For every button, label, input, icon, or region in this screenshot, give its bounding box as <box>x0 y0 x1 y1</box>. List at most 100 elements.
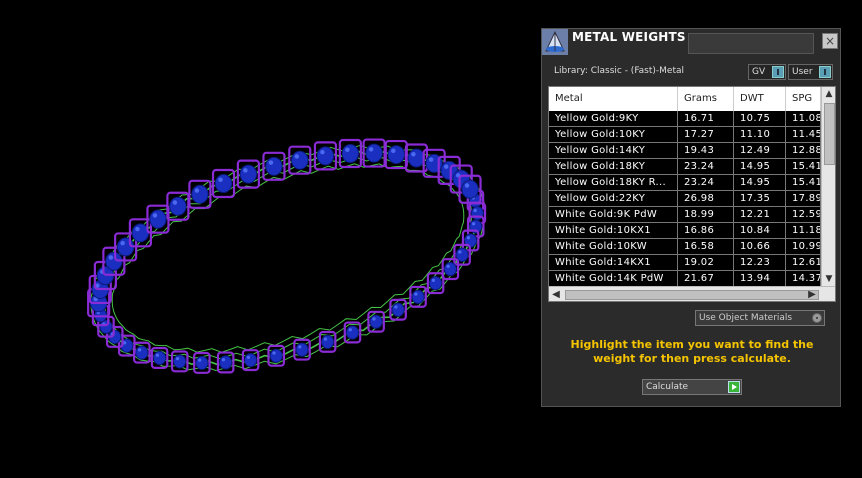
stone-highlight <box>175 357 180 361</box>
library-label: Library: Classic - (Fast)-Metal <box>554 66 685 76</box>
stone-highlight <box>391 148 396 154</box>
cell-grams: 26.98 <box>678 191 734 207</box>
metal-weights-panel: METAL WEIGHTS × Library: Classic - (Fast… <box>541 28 841 407</box>
cell-metal: Yellow Gold:10KY <box>549 127 678 143</box>
stone <box>341 144 360 164</box>
vertical-scroll-thumb[interactable] <box>824 103 835 165</box>
title-strip <box>688 33 814 54</box>
cell-grams: 16.71 <box>678 111 734 127</box>
scroll-right-icon[interactable]: ▶ <box>805 287 819 301</box>
header-dwt[interactable]: DWT <box>734 87 786 111</box>
stone <box>407 148 426 168</box>
cell-dwt: 10.66 <box>734 239 786 255</box>
stone-highlight <box>294 154 300 159</box>
cell-spg: 15.41 <box>786 159 821 175</box>
stone <box>411 289 425 304</box>
stone <box>149 209 167 229</box>
stone-highlight <box>394 305 398 309</box>
table-row[interactable]: White Gold:10KX1 16.86 10.84 11.18 <box>549 223 821 239</box>
gv-toggle-icon <box>772 66 784 78</box>
stone-highlight <box>372 317 376 321</box>
title-bar[interactable]: METAL WEIGHTS × <box>542 29 842 55</box>
user-toggle-icon <box>819 66 831 78</box>
cell-grams: 18.99 <box>678 207 734 223</box>
cell-dwt: 14.95 <box>734 159 786 175</box>
scroll-left-icon[interactable]: ◀ <box>549 287 563 301</box>
stone <box>291 150 309 170</box>
cell-spg: 12.59 <box>786 207 821 223</box>
cell-metal: Yellow Gold:9KY <box>549 111 678 127</box>
radio-icon <box>812 313 822 323</box>
stone-highlight <box>152 213 158 218</box>
cell-dwt: 10.75 <box>734 111 786 127</box>
band-outline <box>97 150 479 366</box>
stone <box>214 174 233 194</box>
stone-highlight <box>137 348 142 352</box>
stone <box>316 146 335 166</box>
table-row[interactable]: White Gold:9K PdW 18.99 12.21 12.59 <box>549 207 821 223</box>
scroll-up-icon[interactable]: ▲ <box>822 87 835 101</box>
stone-highlight <box>221 358 226 362</box>
cell-dwt: 12.23 <box>734 255 786 271</box>
stone <box>443 261 457 277</box>
stone <box>169 196 187 216</box>
header-metal[interactable]: Metal <box>549 87 678 111</box>
stone-highlight <box>272 351 276 355</box>
header-spg[interactable]: SPG <box>786 87 821 111</box>
stone <box>135 345 149 360</box>
table-row[interactable]: Yellow Gold:9KY 16.71 10.75 11.08 <box>549 111 821 127</box>
stone-highlight <box>268 160 274 165</box>
stone <box>244 352 258 368</box>
table-row[interactable]: White Gold:14K PdW 21.67 13.94 14.37 <box>549 271 821 287</box>
stone <box>173 354 187 369</box>
stone <box>345 325 360 340</box>
cell-spg: 17.89 <box>786 191 821 207</box>
user-toggle[interactable]: User <box>788 64 833 80</box>
cell-spg: 14.37 <box>786 271 821 287</box>
metal-table[interactable]: Metal Grams DWT SPG Yellow Gold:9KY 16.71… <box>548 86 836 302</box>
use-object-materials-toggle[interactable]: Use Object Materials <box>695 310 825 326</box>
horizontal-scrollbar[interactable]: ◀ ▶ <box>549 286 835 301</box>
table-row[interactable]: White Gold:14KX1 19.02 12.23 12.61 <box>549 255 821 271</box>
user-label: User <box>792 67 813 77</box>
table-body: Yellow Gold:9KY 16.71 10.75 11.08 Yellow Gol… <box>549 111 821 287</box>
stone-highlight <box>320 149 325 155</box>
table-row[interactable]: White Gold:10KW 16.58 10.66 10.99 <box>549 239 821 255</box>
stone-highlight <box>471 222 476 226</box>
stone-highlight <box>155 353 160 357</box>
stone <box>461 179 479 199</box>
cell-dwt: 10.84 <box>734 223 786 239</box>
band-outline <box>103 156 473 360</box>
horizontal-scroll-thumb[interactable] <box>565 290 819 300</box>
stone-highlight <box>464 183 470 188</box>
table-row[interactable]: Yellow Gold:18KY 23.24 14.95 15.41 <box>549 159 821 175</box>
cell-spg: 11.18 <box>786 223 821 239</box>
stone-highlight <box>431 278 436 283</box>
stone-highlight <box>345 147 350 153</box>
gv-toggle[interactable]: GV <box>748 64 786 80</box>
stone-highlight <box>414 292 418 296</box>
table-row[interactable]: Yellow Gold:10KY 17.27 11.10 11.45 <box>549 127 821 143</box>
stone-highlight <box>246 355 251 359</box>
stone-highlight <box>120 240 125 246</box>
stone <box>195 355 209 371</box>
table-row[interactable]: Yellow Gold:22KY 26.98 17.35 17.89 <box>549 191 821 207</box>
cell-metal: White Gold:14K PdW <box>549 271 678 287</box>
calculate-button[interactable]: Calculate <box>642 379 742 395</box>
cell-dwt: 12.21 <box>734 207 786 223</box>
cell-metal: White Gold:10KX1 <box>549 223 678 239</box>
header-grams[interactable]: Grams <box>678 87 734 111</box>
stone <box>391 302 405 317</box>
cell-grams: 19.43 <box>678 143 734 159</box>
scroll-down-icon[interactable]: ▼ <box>822 272 835 286</box>
table-row[interactable]: Yellow Gold:14KY 19.43 12.49 12.88 <box>549 143 821 159</box>
3d-viewport[interactable] <box>0 0 540 474</box>
table-row[interactable]: Yellow Gold:18KY R... 23.24 14.95 15.41 <box>549 175 821 191</box>
cell-metal: Yellow Gold:22KY <box>549 191 678 207</box>
close-button[interactable]: × <box>822 33 838 49</box>
stone <box>295 342 309 357</box>
cell-metal: White Gold:14KX1 <box>549 255 678 271</box>
stone-highlight <box>443 164 449 169</box>
vertical-scrollbar[interactable]: ▲ ▼ <box>821 87 835 286</box>
stone <box>131 223 150 243</box>
